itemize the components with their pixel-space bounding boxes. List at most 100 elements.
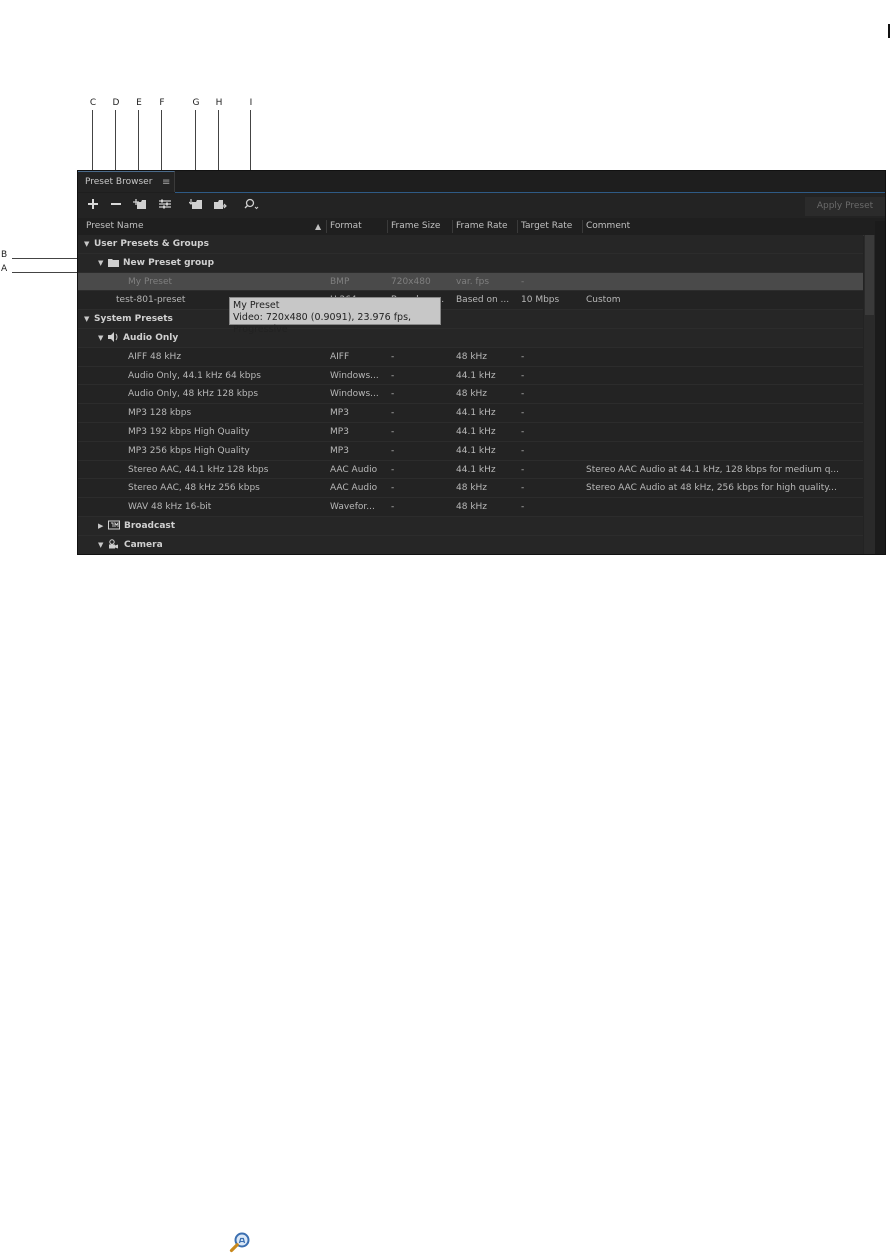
- row-label: Broadcast: [124, 520, 176, 531]
- frame-rate-cell: 48 kHz: [456, 502, 488, 513]
- table-row[interactable]: MP3 256 kbps High Quality MP3 - 44.1 kHz -: [78, 442, 863, 461]
- table-row[interactable]: Stereo AAC, 48 kHz 256 kbps AAC Audio - 48 …: [78, 479, 863, 499]
- frame-rate-cell: var. fps: [456, 276, 490, 287]
- table-row[interactable]: MP3 192 kbps High Quality MP3 - 44.1 kHz -: [78, 423, 863, 442]
- column-separator: [326, 220, 327, 233]
- column-frame-size[interactable]: Frame Size: [391, 218, 440, 235]
- frame-size-cell: -: [391, 408, 395, 419]
- column-header-row: Preset Name ▲ Format Frame Size Frame Ra…: [78, 218, 885, 236]
- column-frame-rate[interactable]: Frame Rate: [456, 218, 508, 235]
- panel-right-edge: [875, 221, 885, 554]
- preset-name-cell: MP3 192 kbps High Quality: [128, 423, 318, 442]
- group-row[interactable]: ▼ User Presets & Groups: [78, 235, 863, 254]
- callout-h: H: [215, 98, 223, 108]
- settings-icon[interactable]: [157, 198, 173, 214]
- table-row[interactable]: Audio Only, 44.1 kHz 64 kbps Windows... - 4…: [78, 367, 863, 386]
- scrollbar-thumb[interactable]: [865, 235, 874, 315]
- collapse-arrow-icon[interactable]: ▼: [98, 254, 108, 273]
- comment-cell: Stereo AAC Audio at 48 kHz, 256 kbps for…: [586, 483, 837, 494]
- table-row[interactable]: AIFF 48 kHz AIFF - 48 kHz -: [78, 348, 863, 367]
- target-rate-cell: -: [521, 464, 525, 475]
- comment-cell: Stereo AAC Audio at 44.1 kHz, 128 kbps f…: [586, 464, 840, 475]
- group-row[interactable]: ▼ New Preset group: [78, 253, 863, 273]
- collapse-arrow-icon[interactable]: ▼: [84, 235, 94, 254]
- format-cell: BMP: [330, 276, 350, 287]
- group-row[interactable]: ▼ System Presets: [78, 310, 863, 329]
- frame-rate-cell: Based on ...: [456, 295, 510, 306]
- magnifier-icon: [229, 1231, 251, 1253]
- frame-rate-cell: 48 kHz: [456, 483, 488, 494]
- table-row[interactable]: MP3 128 kbps MP3 - 44.1 kHz -: [78, 404, 863, 423]
- column-target-rate[interactable]: Target Rate: [521, 218, 572, 235]
- preset-name-cell: Audio Only, 44.1 kHz 64 kbps: [128, 367, 318, 386]
- frame-size-cell: -: [391, 445, 395, 456]
- new-group-icon[interactable]: [132, 198, 148, 214]
- column-preset-name[interactable]: Preset Name: [86, 218, 143, 235]
- preset-name-cell: MP3 128 kbps: [128, 404, 318, 423]
- row-label: test-801-preset: [116, 295, 186, 306]
- table-row[interactable]: WAV 48 kHz 16-bit Wavefor... - 48 kHz -: [78, 498, 863, 517]
- table-row[interactable]: test-801-presetH.264Based on ...Based on…: [78, 291, 863, 311]
- group-row[interactable]: ▶ Broadcast: [78, 516, 863, 536]
- column-separator: [517, 220, 518, 233]
- collapse-arrow-icon[interactable]: ▼: [98, 536, 108, 554]
- row-label: Audio Only: [123, 332, 179, 343]
- row-label: MP3 256 kbps High Quality: [128, 445, 250, 456]
- frame-size-cell: -: [391, 389, 395, 400]
- expand-arrow-icon[interactable]: ▶: [98, 517, 108, 536]
- frame-rate-cell: 44.1 kHz: [456, 370, 496, 381]
- row-label: MP3 128 kbps: [128, 408, 192, 419]
- target-rate-cell: -: [521, 276, 525, 287]
- vertical-scrollbar[interactable]: [864, 235, 875, 554]
- column-comment[interactable]: Comment: [586, 218, 630, 235]
- sort-ascending-icon[interactable]: ▲: [315, 218, 321, 235]
- table-row[interactable]: Audio Only, 48 kHz 128 kbps Windows... - 48…: [78, 385, 863, 405]
- column-separator: [387, 220, 388, 233]
- export-icon[interactable]: [212, 198, 228, 214]
- group-row[interactable]: ▼ Camera: [78, 535, 863, 554]
- collapse-arrow-icon[interactable]: ▼: [84, 310, 94, 329]
- search-icon[interactable]: [243, 198, 261, 214]
- preset-name-cell: AIFF 48 kHz: [128, 348, 318, 367]
- callout-i: I: [249, 98, 253, 108]
- row-label: Stereo AAC, 44.1 kHz 128 kbps: [128, 464, 269, 475]
- format-cell: MP3: [330, 408, 349, 419]
- callout-f: F: [159, 98, 165, 108]
- row-label: MP3 192 kbps High Quality: [128, 426, 250, 437]
- preset-name-cell: Stereo AAC, 44.1 kHz 128 kbps: [128, 461, 318, 480]
- preset-browser-panel: Preset Browser ≡ Apply Preset Preset Nam…: [77, 170, 886, 555]
- folder-icon: [108, 258, 119, 267]
- minus-icon[interactable]: [109, 198, 123, 214]
- plus-icon[interactable]: [86, 198, 100, 214]
- row-label: Audio Only, 44.1 kHz 64 kbps: [128, 370, 261, 381]
- row-label: System Presets: [94, 314, 173, 325]
- page-edge-mark: [888, 24, 890, 38]
- table-row[interactable]: Stereo AAC, 44.1 kHz 128 kbps AAC Audio - 4…: [78, 461, 863, 480]
- apply-preset-button[interactable]: Apply Preset: [805, 197, 885, 216]
- row-label: My Preset: [128, 276, 173, 287]
- table-row[interactable]: My Preset BMP 720x480 var. fps -: [78, 272, 863, 292]
- collapse-arrow-icon[interactable]: ▼: [98, 329, 108, 348]
- column-format[interactable]: Format: [330, 218, 362, 235]
- group-row[interactable]: ▼ Audio Only: [78, 328, 863, 348]
- row-label: WAV 48 kHz 16-bit: [128, 502, 212, 513]
- preset-name-cell: WAV 48 kHz 16-bit: [128, 498, 318, 517]
- frame-size-cell: 720x480: [391, 276, 431, 287]
- format-cell: Wavefor...: [330, 502, 375, 513]
- row-label: AIFF 48 kHz: [128, 351, 182, 362]
- camera-icon: [108, 539, 120, 549]
- panel-tab-bar: Preset Browser ≡: [78, 171, 885, 193]
- tab-preset-browser[interactable]: Preset Browser ≡: [78, 171, 175, 192]
- format-cell: MP3: [330, 426, 349, 437]
- frame-size-cell: -: [391, 370, 395, 381]
- hamburger-icon[interactable]: ≡: [162, 172, 170, 193]
- column-separator: [452, 220, 453, 233]
- frame-size-cell: -: [391, 464, 395, 475]
- import-icon[interactable]: [188, 198, 204, 214]
- target-rate-cell: -: [521, 426, 525, 437]
- target-rate-cell: -: [521, 445, 525, 456]
- comment-cell: Custom: [586, 295, 621, 306]
- toolbar: Apply Preset: [78, 193, 885, 221]
- tooltip-detail: Video: 720x480 (0.9091), 23.976 fps, Pro…: [233, 312, 412, 335]
- format-cell: MP3: [330, 445, 349, 456]
